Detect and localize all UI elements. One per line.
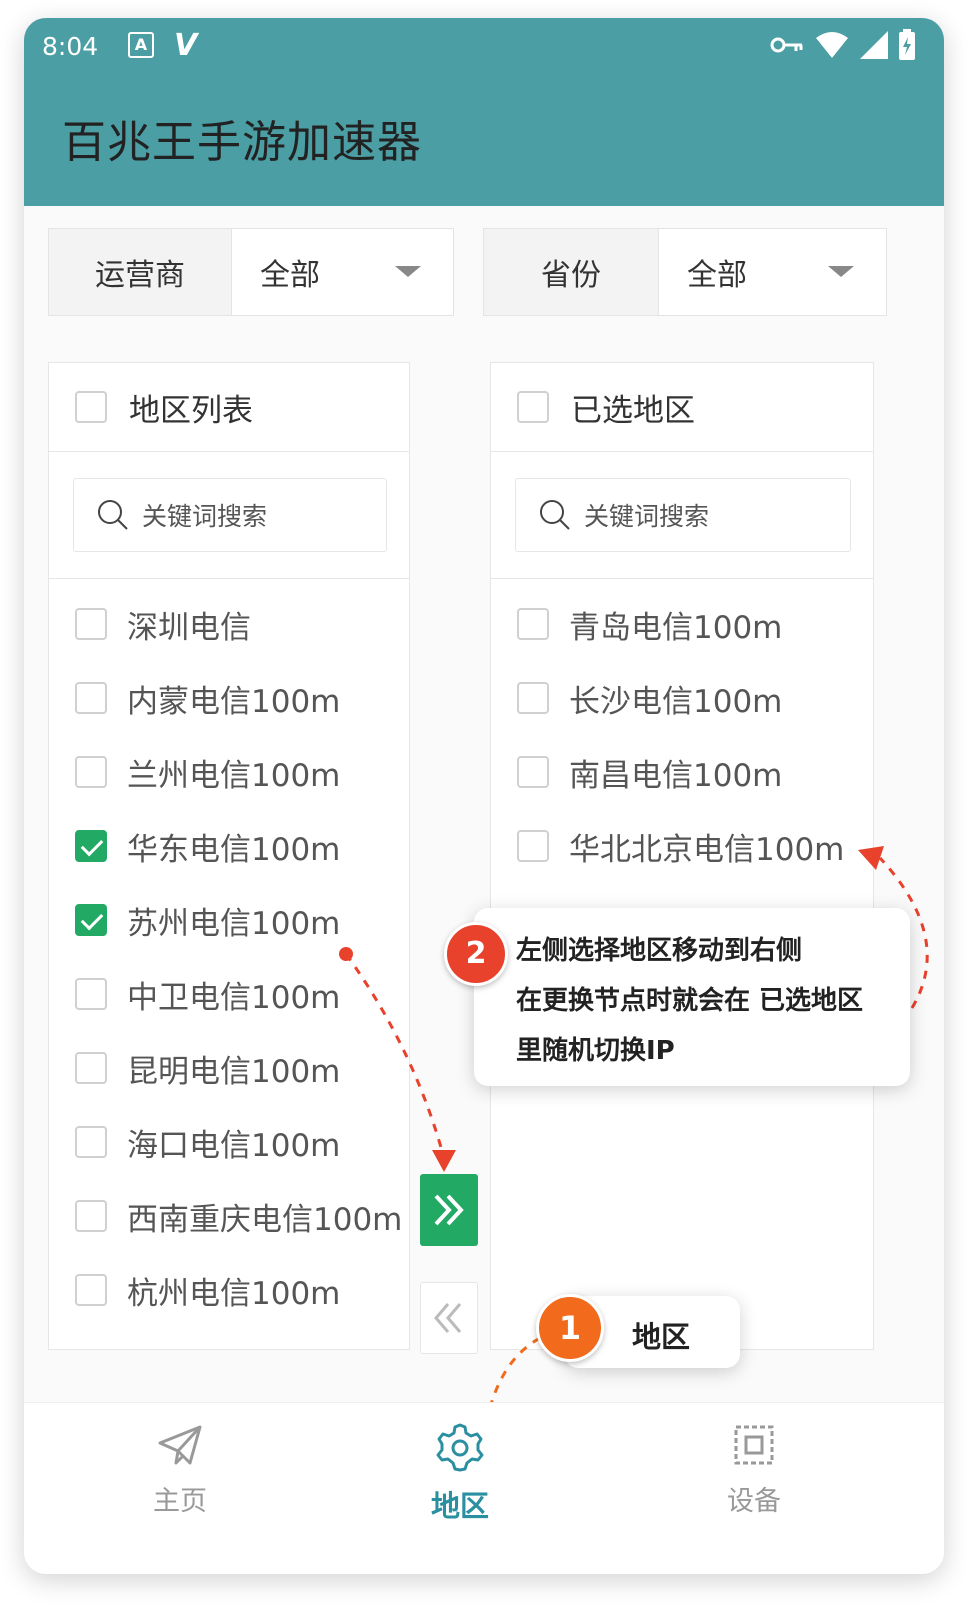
callout-line: 在更换节点时就会在 已选地区 (516, 986, 864, 1016)
tab-device[interactable]: 设备 (694, 1421, 814, 1518)
tutorial-callout-2: 左侧选择地区移动到右侧 在更换节点时就会在 已选地区 里随机切换IP (474, 908, 910, 1086)
callout-line: 里随机切换IP (516, 1036, 675, 1066)
tab-region[interactable]: 地区 (400, 1421, 520, 1525)
tab-home-label: 主页 (153, 1486, 207, 1517)
tab-home[interactable]: 主页 (120, 1421, 240, 1518)
step-1-badge: 1 (536, 1294, 604, 1362)
step-2-badge: 2 (444, 922, 508, 986)
phone-screen: 8:04 A V 百兆王手游加速器 运营商 全部 省份 全部 地区列表 关键词搜… (24, 18, 944, 1574)
bottom-tab-bar: 主页 地区 设备 (24, 1402, 944, 1574)
gear-icon (436, 1423, 484, 1472)
callout-2-text: 左侧选择地区移动到右侧 在更换节点时就会在 已选地区 里随机切换IP (516, 926, 863, 1076)
tab-device-label: 设备 (727, 1486, 781, 1517)
chip-icon (734, 1425, 774, 1465)
callout-line: 左侧选择地区移动到右侧 (516, 936, 803, 966)
paper-plane-icon (158, 1425, 202, 1465)
tab-region-label: 地区 (430, 1489, 489, 1523)
callout-1-text: 地区 (632, 1320, 691, 1354)
annotation-arrows (339, 846, 929, 1416)
